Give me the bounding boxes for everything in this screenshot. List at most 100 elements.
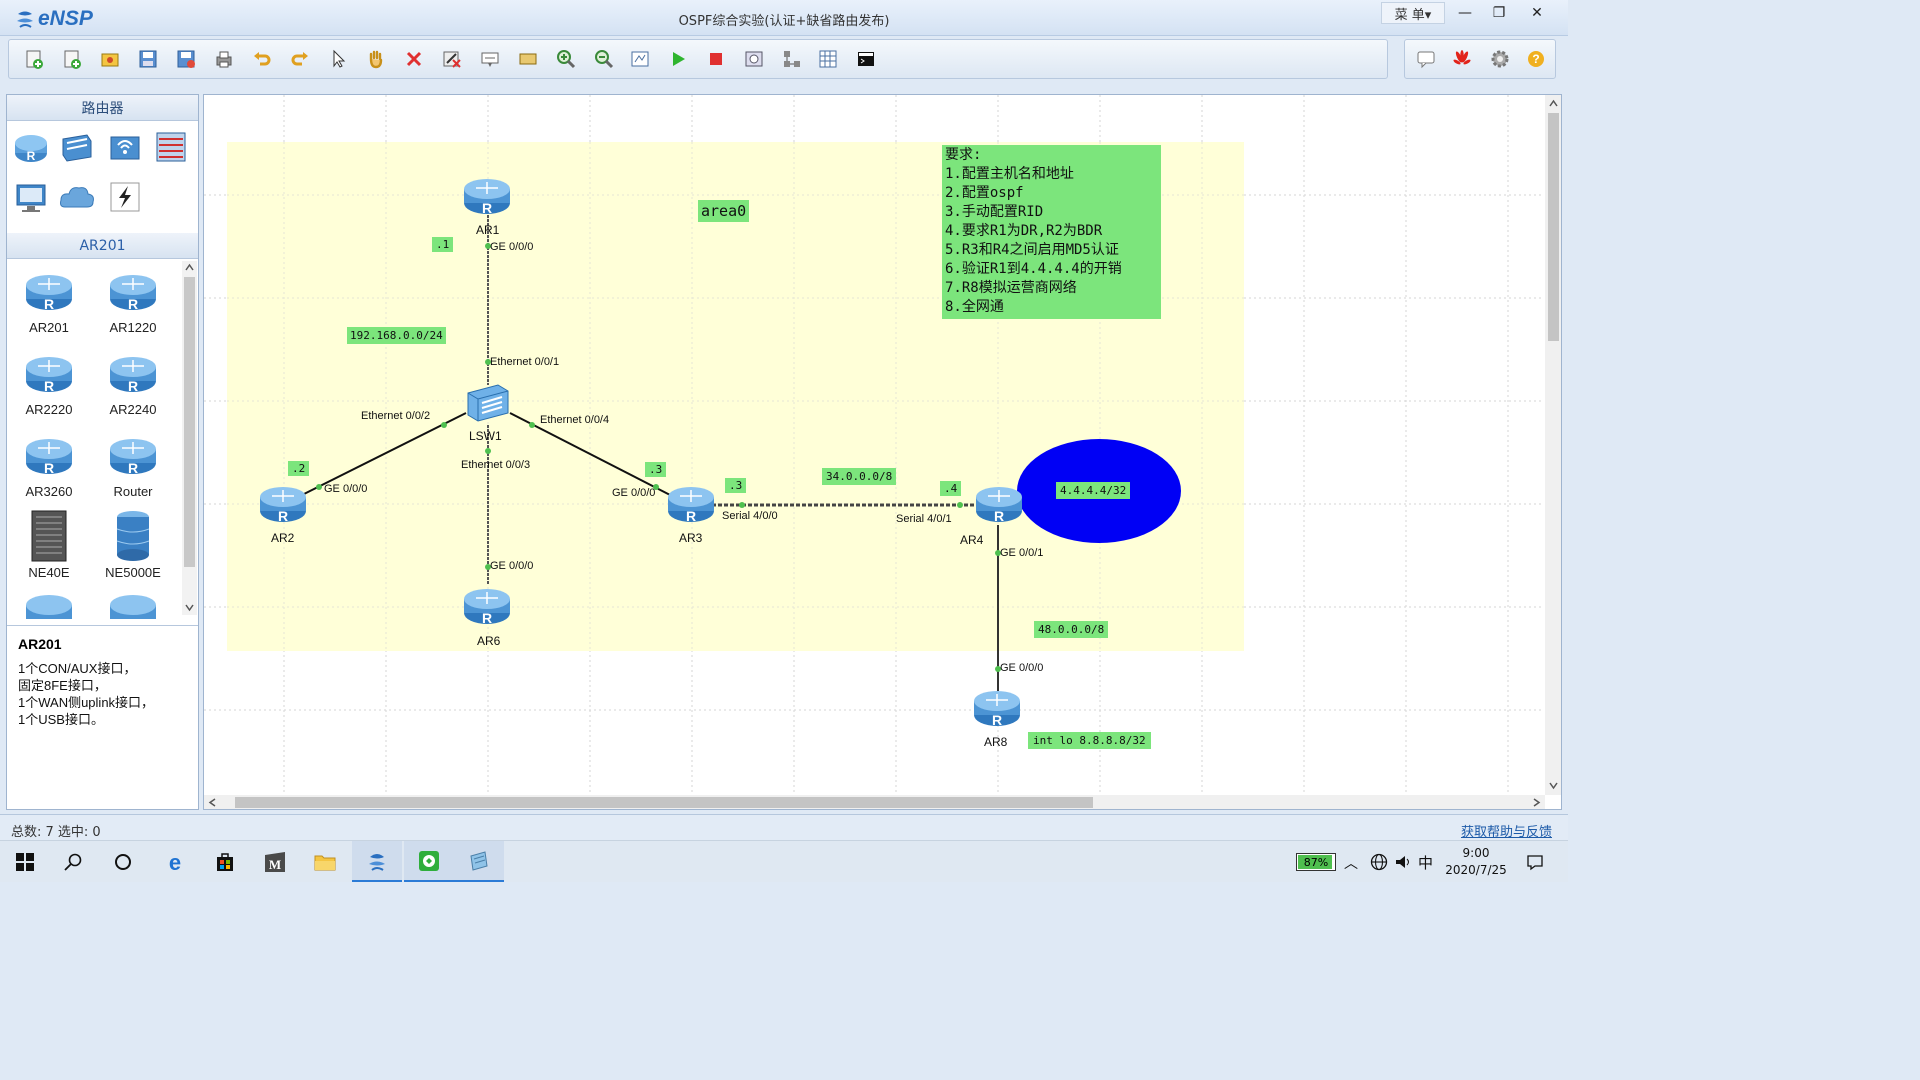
canvas-horizontal-scrollbar[interactable] bbox=[204, 795, 1545, 809]
device-partial-2[interactable] bbox=[93, 589, 173, 619]
scrollbar-thumb[interactable] bbox=[1548, 113, 1559, 341]
topology-canvas[interactable]: R R R R R R AR1 AR2 AR3 AR4 AR6 AR8 LSW1… bbox=[203, 94, 1562, 810]
save-icon[interactable] bbox=[137, 48, 159, 70]
redo-icon[interactable] bbox=[289, 48, 311, 70]
firewall-category-icon[interactable] bbox=[151, 127, 191, 167]
device-list-scrollbar[interactable] bbox=[182, 261, 197, 615]
undo-icon[interactable] bbox=[251, 48, 273, 70]
topology-icon[interactable] bbox=[781, 48, 803, 70]
router-ar3-icon[interactable]: R bbox=[666, 481, 716, 525]
grid-icon[interactable] bbox=[817, 48, 839, 70]
save-as-icon[interactable] bbox=[175, 48, 197, 70]
start-device-icon[interactable] bbox=[667, 48, 689, 70]
device-ar3260[interactable]: R AR3260 bbox=[9, 433, 89, 499]
device-router[interactable]: R Router bbox=[93, 433, 173, 499]
router-ar8-icon[interactable]: R bbox=[972, 685, 1022, 729]
requirement-line: 2.配置ospf bbox=[945, 185, 1024, 201]
port-label: Serial 4/0/0 bbox=[722, 510, 778, 522]
huawei-icon[interactable] bbox=[1451, 48, 1473, 70]
rectangle-icon[interactable] bbox=[517, 48, 539, 70]
battery-indicator[interactable]: 87% bbox=[1296, 853, 1336, 871]
device-ne5000e[interactable]: NE5000E bbox=[93, 509, 173, 580]
search-icon[interactable] bbox=[48, 841, 98, 882]
ime-indicator[interactable]: 中 bbox=[1418, 852, 1433, 873]
minimize-button[interactable]: — bbox=[1448, 2, 1482, 24]
scroll-up-icon[interactable] bbox=[1549, 99, 1558, 108]
select-icon[interactable] bbox=[327, 48, 349, 70]
scroll-down-icon[interactable] bbox=[185, 603, 194, 612]
zoom-in-icon[interactable] bbox=[555, 48, 577, 70]
router-ar2-icon[interactable]: R bbox=[258, 481, 308, 525]
store-icon[interactable] bbox=[200, 841, 250, 882]
port-label: GE 0/0/0 bbox=[490, 560, 534, 572]
switch-category-icon[interactable] bbox=[57, 127, 97, 167]
scroll-up-icon[interactable] bbox=[185, 263, 194, 272]
requirement-line: 7.R8模拟运营商网络 bbox=[945, 280, 1077, 296]
port-label: Ethernet 0/0/4 bbox=[540, 414, 610, 426]
chat-icon[interactable] bbox=[1415, 48, 1437, 70]
cloud-category-icon[interactable] bbox=[57, 177, 97, 217]
fit-icon[interactable] bbox=[629, 48, 651, 70]
node-label-ar4: AR4 bbox=[960, 533, 984, 547]
link-category-icon[interactable] bbox=[105, 177, 145, 217]
switch-lsw1-icon[interactable] bbox=[462, 381, 512, 425]
area-label: area0 bbox=[698, 200, 750, 222]
open-icon[interactable] bbox=[99, 48, 121, 70]
pc-category-icon[interactable] bbox=[11, 177, 51, 217]
windows-start-icon[interactable] bbox=[0, 841, 50, 882]
volume-icon[interactable] bbox=[1394, 853, 1412, 871]
ensp-icon[interactable] bbox=[352, 841, 402, 882]
canvas-vertical-scrollbar[interactable] bbox=[1545, 95, 1561, 795]
virtualbox-icon[interactable] bbox=[404, 841, 454, 882]
device-ne40e[interactable]: NE40E bbox=[9, 509, 89, 580]
edge-icon[interactable]: e bbox=[150, 841, 200, 882]
device-ar201[interactable]: R AR201 bbox=[9, 269, 89, 335]
wlan-category-icon[interactable] bbox=[105, 127, 145, 167]
print-icon[interactable] bbox=[213, 48, 235, 70]
text-icon[interactable] bbox=[479, 48, 501, 70]
clock[interactable]: 9:00 2020/7/25 bbox=[1436, 845, 1516, 879]
device-label: AR1220 bbox=[109, 320, 157, 335]
capture-icon[interactable] bbox=[743, 48, 765, 70]
scrollbar-thumb[interactable] bbox=[184, 277, 195, 567]
svg-text:R: R bbox=[44, 460, 54, 476]
new-lab-icon[interactable] bbox=[61, 48, 83, 70]
device-partial-1[interactable] bbox=[9, 589, 89, 619]
requirement-line: 3.手动配置RID bbox=[945, 204, 1044, 220]
notepad-icon[interactable] bbox=[454, 841, 504, 882]
device-ar1220[interactable]: R AR1220 bbox=[93, 269, 173, 335]
scroll-right-icon[interactable] bbox=[1532, 798, 1541, 807]
router-ar4-icon[interactable]: R bbox=[974, 481, 1024, 525]
scrollbar-thumb[interactable] bbox=[235, 797, 1093, 808]
help-icon[interactable]: ? bbox=[1525, 48, 1547, 70]
router-ar6-icon[interactable]: R bbox=[462, 583, 512, 627]
zoom-out-icon[interactable] bbox=[593, 48, 615, 70]
stop-device-icon[interactable] bbox=[705, 48, 727, 70]
new-topology-icon[interactable] bbox=[23, 48, 45, 70]
router-category-icon[interactable]: R bbox=[11, 127, 51, 167]
router-ar1-icon[interactable]: R bbox=[462, 173, 512, 217]
device-label: AR201 bbox=[29, 320, 69, 335]
scroll-left-icon[interactable] bbox=[208, 798, 217, 807]
device-ar2240[interactable]: R AR2240 bbox=[93, 351, 173, 417]
svg-text:R: R bbox=[128, 296, 138, 312]
cli-icon[interactable] bbox=[855, 48, 877, 70]
show-hidden-icons-icon[interactable]: ︿ bbox=[1344, 853, 1358, 873]
restore-button[interactable]: ❐ bbox=[1482, 2, 1516, 24]
device-ar2220[interactable]: R AR2220 bbox=[9, 351, 89, 417]
menu-button[interactable]: 菜 单▾ bbox=[1381, 2, 1445, 24]
loopback-tag: 4.4.4.4/32 bbox=[1056, 482, 1131, 499]
app-m-icon[interactable]: M bbox=[250, 841, 300, 882]
delete-link-icon[interactable] bbox=[441, 48, 463, 70]
network-globe-icon[interactable] bbox=[1370, 853, 1388, 871]
settings-icon[interactable] bbox=[1489, 48, 1511, 70]
pan-hand-icon[interactable] bbox=[365, 48, 387, 70]
cortana-icon[interactable] bbox=[98, 841, 148, 882]
delete-icon[interactable] bbox=[403, 48, 425, 70]
file-explorer-icon[interactable] bbox=[300, 841, 350, 882]
scroll-down-icon[interactable] bbox=[1549, 781, 1558, 790]
action-center-icon[interactable] bbox=[1526, 853, 1544, 871]
device-info-panel: AR201 1个CON/AUX接口， 固定8FE接口， 1个WAN侧uplink… bbox=[7, 625, 198, 809]
help-feedback-link[interactable]: 获取帮助与反馈 bbox=[1461, 821, 1552, 840]
close-button[interactable]: ✕ bbox=[1520, 2, 1554, 24]
